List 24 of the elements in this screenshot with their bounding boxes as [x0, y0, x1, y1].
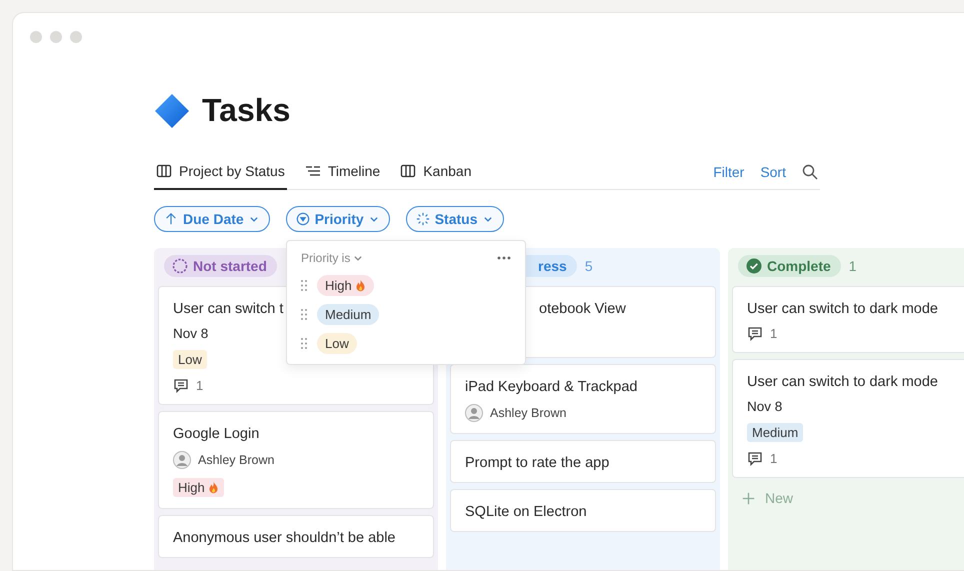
- priority-tag: Low: [173, 350, 207, 369]
- card-title: otebook View: [538, 301, 626, 317]
- comment-count: 1: [770, 326, 778, 341]
- card-title: Anonymous user shouldn’t be able: [173, 530, 396, 546]
- status-pill: Not started: [164, 255, 277, 277]
- card-title: iPad Keyboard & Trackpad: [465, 379, 638, 395]
- card-title: User can switch to dark mode: [747, 301, 938, 317]
- card-title: User can switch t: [173, 301, 284, 317]
- assignee-name: Ashley Brown: [490, 406, 566, 420]
- card-count: 5: [584, 258, 593, 274]
- card-title: Google Login: [173, 426, 260, 442]
- page-title: Tasks: [202, 92, 290, 129]
- priority-tag: High: [173, 478, 224, 497]
- card-count: 1: [848, 258, 857, 274]
- comment-count: 1: [196, 378, 204, 393]
- priority-tag: Medium: [747, 423, 804, 442]
- card-title: Prompt to rate the app: [465, 455, 610, 471]
- due-date: Nov 8: [173, 326, 208, 341]
- due-date: Nov 8: [747, 399, 782, 414]
- assignee-name: Ashley Brown: [198, 453, 274, 467]
- card-title: SQLite on Electron: [465, 504, 587, 520]
- comment-count: 1: [770, 451, 778, 466]
- status-pill: Complete: [738, 255, 841, 277]
- card-title: User can switch to dark mode: [747, 374, 938, 390]
